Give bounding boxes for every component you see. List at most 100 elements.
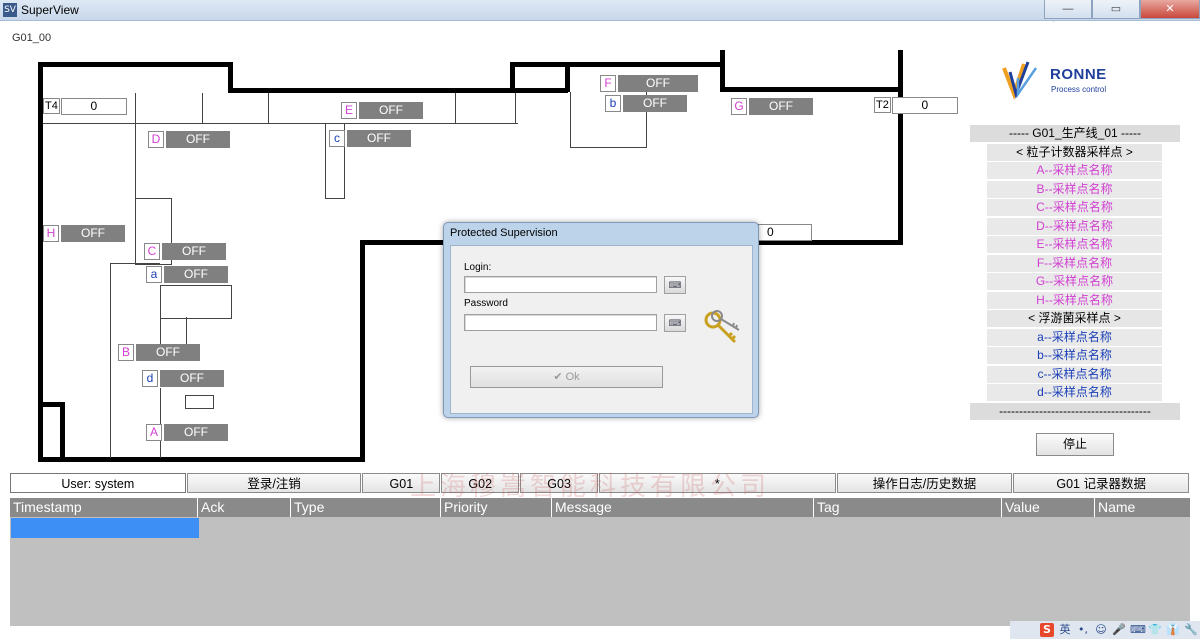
keyboard-icon[interactable]: ⌨ (664, 314, 686, 332)
readout-label: T4 (43, 98, 60, 114)
language-icon[interactable]: 英 (1058, 623, 1072, 637)
login-dialog: Protected Supervision Login: ⌨ Password … (443, 222, 759, 418)
readout-t4: T4 0 (43, 97, 127, 115)
legend-section-particle: < 粒子计数器采样点 > (987, 143, 1162, 161)
sensor-state: OFF (164, 266, 228, 283)
sensor-F[interactable]: F OFF (600, 75, 698, 92)
skin-icon[interactable]: 👕 (1148, 623, 1162, 637)
dialog-body: Login: ⌨ Password ⌨ ✔ Ok (450, 245, 753, 414)
emoji-icon[interactable]: ☺ (1094, 623, 1108, 637)
sensor-state: OFF (136, 344, 200, 361)
partition (160, 285, 232, 319)
wall (720, 87, 902, 92)
wall (60, 402, 65, 460)
legend-item[interactable]: b--采样点名称 (987, 347, 1162, 364)
keyboard-icon[interactable]: ⌨ (1130, 623, 1146, 637)
keyboard-icon[interactable]: ⌨ (664, 276, 686, 294)
logs-history-button[interactable]: 操作日志/历史数据 (836, 473, 1013, 493)
readout-value: 0 (891, 96, 958, 114)
sensor-E[interactable]: E OFF (341, 102, 423, 119)
sensor-id: A (146, 424, 162, 441)
legend-item[interactable]: D--采样点名称 (987, 217, 1162, 235)
partition (160, 388, 161, 458)
stop-button[interactable]: 停止 (1036, 433, 1114, 456)
ok-button[interactable]: ✔ Ok (470, 366, 663, 388)
sensor-state: OFF (749, 98, 813, 115)
login-input[interactable] (464, 276, 657, 293)
selected-row[interactable] (11, 518, 199, 538)
sensor-G[interactable]: G OFF (731, 98, 813, 115)
partition (455, 93, 456, 123)
legend-item[interactable]: A--采样点名称 (987, 162, 1162, 179)
logo-name: RONNE (1050, 66, 1107, 83)
sensor-state: OFF (162, 243, 226, 260)
dialog-title: Protected Supervision (450, 227, 558, 239)
sensor-c[interactable]: c OFF (329, 130, 411, 147)
sensor-H[interactable]: H OFF (43, 225, 125, 242)
col-value[interactable]: Value (1002, 498, 1095, 517)
wall (360, 240, 365, 462)
col-message[interactable]: Message (552, 498, 814, 517)
sensor-id: c (329, 130, 345, 147)
col-name[interactable]: Name (1095, 498, 1190, 517)
shirt-icon[interactable]: 👔 (1166, 623, 1180, 637)
microphone-icon[interactable]: 🎤 (1112, 623, 1126, 637)
legend-item[interactable]: a--采样点名称 (987, 328, 1162, 346)
legend-item[interactable]: B--采样点名称 (987, 180, 1162, 198)
sensor-id: b (605, 95, 621, 112)
sensor-d[interactable]: d OFF (142, 370, 224, 387)
logo-tagline: Process control (1051, 85, 1107, 94)
sensor-A[interactable]: A OFF (146, 424, 228, 441)
sensor-b[interactable]: b OFF (605, 95, 687, 112)
col-timestamp[interactable]: Timestamp (10, 498, 198, 517)
legend-item[interactable]: d--采样点名称 (987, 384, 1162, 401)
wrench-icon[interactable]: 🔧 (1184, 623, 1198, 637)
login-logout-button[interactable]: 登录/注销 (186, 473, 362, 493)
legend-item[interactable]: H--采样点名称 (987, 291, 1162, 309)
window-controls: — ▭ ✕ (1044, 0, 1200, 19)
sensor-D[interactable]: D OFF (148, 131, 230, 148)
sensor-id: F (600, 75, 616, 92)
legend-item[interactable]: G--采样点名称 (987, 273, 1162, 290)
legend-item[interactable]: E--采样点名称 (987, 236, 1162, 253)
sensor-id: a (146, 266, 162, 283)
sensor-id: C (144, 243, 160, 260)
password-label: Password (464, 298, 508, 309)
sensor-state: OFF (623, 95, 687, 112)
sensor-id: G (731, 98, 747, 115)
readout-label: T2 (874, 97, 891, 113)
alarm-table: Timestamp Ack Type Priority Message Tag … (10, 498, 1190, 626)
wall (720, 50, 725, 92)
wall (898, 50, 903, 245)
sensor-a[interactable]: a OFF (146, 266, 228, 283)
sensor-state: OFF (618, 75, 698, 92)
legend-item[interactable]: c--采样点名称 (987, 365, 1162, 383)
partition (135, 93, 136, 198)
col-priority[interactable]: Priority (441, 498, 552, 517)
recorder-data-button[interactable]: G01 记录器数据 (1013, 473, 1190, 493)
col-tag[interactable]: Tag (814, 498, 1002, 517)
sensor-id: d (142, 370, 158, 387)
wall (38, 62, 233, 67)
readout-value: 0 (60, 97, 127, 115)
current-user: User: system (10, 473, 186, 493)
legend-panel: ----- G01_生产线_01 ----- < 粒子计数器采样点 > A--采… (970, 125, 1180, 421)
partition (110, 263, 160, 264)
wall (38, 457, 365, 462)
wall (565, 62, 570, 92)
legend-item[interactable]: C--采样点名称 (987, 199, 1162, 216)
legend-title: ----- G01_生产线_01 ----- (970, 125, 1180, 142)
partition (268, 93, 269, 123)
close-button[interactable]: ✕ (1140, 0, 1200, 19)
sensor-B[interactable]: B OFF (118, 344, 200, 361)
keys-icon (704, 310, 740, 344)
sensor-C[interactable]: C OFF (144, 243, 226, 260)
col-type[interactable]: Type (291, 498, 441, 517)
readout-mid: 0 (757, 223, 812, 241)
punctuation-icon[interactable]: •, (1076, 623, 1090, 637)
password-input[interactable] (464, 314, 657, 331)
legend-item[interactable]: F--采样点名称 (987, 254, 1162, 272)
col-ack[interactable]: Ack (198, 498, 291, 517)
ime-icon[interactable]: S (1040, 623, 1054, 637)
partition (110, 263, 111, 458)
